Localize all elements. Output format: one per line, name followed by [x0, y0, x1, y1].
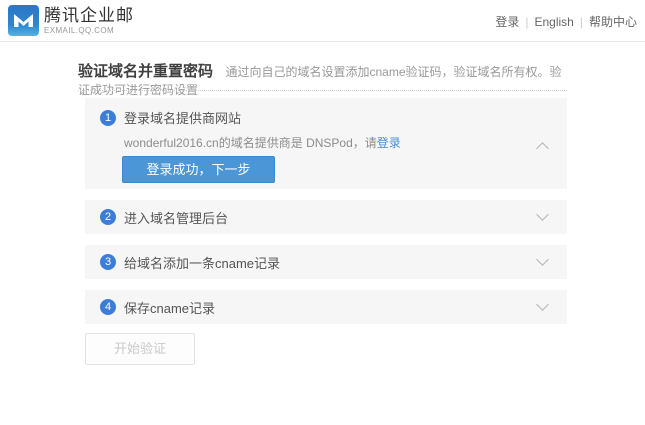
- step-4-title: 保存cname记录: [124, 298, 215, 317]
- logo-subtitle: EXMAIL.QQ.COM: [44, 27, 134, 35]
- page-title: 验证域名并重置密码: [78, 63, 213, 80]
- step-1-number-badge: 1: [100, 110, 116, 126]
- chevron-down-icon: [536, 208, 549, 221]
- start-verify-button[interactable]: 开始验证: [85, 333, 195, 365]
- logo-title: 腾讯企业邮: [44, 7, 134, 24]
- step-2-number-badge: 2: [100, 209, 116, 225]
- step-row-3[interactable]: 3 给域名添加一条cname记录: [85, 245, 567, 279]
- step-row-2[interactable]: 2 进入域名管理后台: [85, 200, 567, 234]
- exmail-logo-icon: [8, 5, 39, 36]
- nav-separator: |: [525, 15, 528, 29]
- chevron-down-icon: [536, 298, 549, 311]
- logo-text: 腾讯企业邮 EXMAIL.QQ.COM: [44, 7, 134, 35]
- step-1-login-link[interactable]: 登录: [377, 136, 401, 150]
- step-4-number-badge: 4: [100, 299, 116, 315]
- chevron-down-icon: [536, 253, 549, 266]
- step-row-1[interactable]: 1 登录域名提供商网站 wonderful2016.cn的域名提供商是 DNSP…: [85, 98, 567, 189]
- step-1-header: 1 登录域名提供商网站: [100, 108, 241, 127]
- chevron-up-icon: [536, 142, 549, 155]
- login-success-next-button[interactable]: 登录成功，下一步: [122, 156, 275, 183]
- nav-english-link[interactable]: English: [535, 15, 574, 29]
- top-nav: 登录 | English | 帮助中心: [495, 13, 637, 30]
- step-3-number-badge: 3: [100, 254, 116, 270]
- step-2-title: 进入域名管理后台: [124, 208, 228, 227]
- step-1-body: wonderful2016.cn的域名提供商是 DNSPod，请登录: [124, 134, 401, 151]
- nav-separator: |: [580, 15, 583, 29]
- steps-accordion: 1 登录域名提供商网站 wonderful2016.cn的域名提供商是 DNSP…: [78, 90, 567, 335]
- nav-login-link[interactable]: 登录: [495, 13, 519, 30]
- nav-help-center-link[interactable]: 帮助中心: [589, 13, 637, 30]
- logo[interactable]: 腾讯企业邮 EXMAIL.QQ.COM: [8, 5, 134, 36]
- step-1-title: 登录域名提供商网站: [124, 108, 241, 127]
- header: 腾讯企业邮 EXMAIL.QQ.COM 登录 | English | 帮助中心: [0, 0, 645, 42]
- step-row-4[interactable]: 4 保存cname记录: [85, 290, 567, 324]
- step-3-title: 给域名添加一条cname记录: [124, 253, 280, 272]
- step-1-body-text: wonderful2016.cn的域名提供商是 DNSPod，请: [124, 136, 377, 150]
